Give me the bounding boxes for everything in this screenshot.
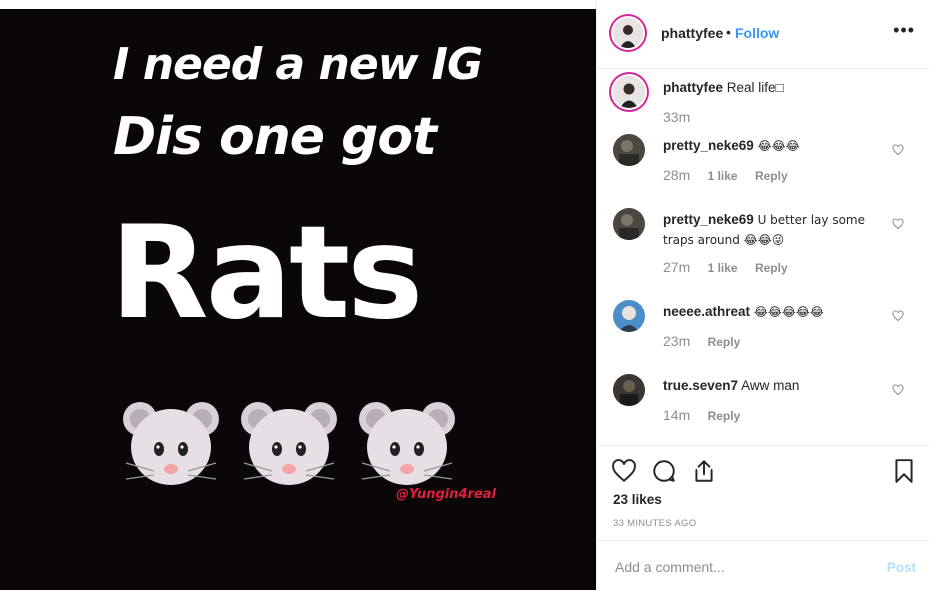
save-bookmark-icon[interactable] <box>891 458 917 484</box>
comment-item: true.seven7 Aww man 14m Reply <box>597 374 929 434</box>
comment-text: neeee.athreat 😂😂😂😂😂 <box>663 302 883 322</box>
like-heart-icon[interactable] <box>611 458 637 484</box>
caption-text: phattyfee Real life□ <box>663 78 883 97</box>
comment-body: 😂😂😂 <box>757 139 800 153</box>
comment-meta: 14m Reply <box>663 407 754 423</box>
comment-meta: 28m 1 like Reply <box>663 167 802 183</box>
post-header: phattyfee • Follow ••• <box>597 0 929 69</box>
comment-input[interactable] <box>613 558 867 576</box>
reply-button[interactable]: Reply <box>755 169 788 183</box>
image-text-line1: I need a new IG <box>113 39 483 90</box>
comment-username[interactable]: pretty_neke69 <box>663 212 754 227</box>
share-icon[interactable] <box>691 458 717 484</box>
comment-time[interactable]: 27m <box>663 259 690 275</box>
avatar-image-icon <box>613 374 645 406</box>
comment-username[interactable]: neeee.athreat <box>663 304 750 319</box>
action-bar: 23 likes 33 MINUTES AGO <box>597 445 929 541</box>
comment-time[interactable]: 14m <box>663 407 690 423</box>
image-text-line3: Rats <box>110 199 423 348</box>
post-comment-button[interactable]: Post <box>887 560 916 575</box>
comment-text: pretty_neke69 U better lay some traps ar… <box>663 210 883 250</box>
commenter-avatar[interactable] <box>613 208 645 240</box>
comment-text: true.seven7 Aww man <box>663 376 883 395</box>
comment-time[interactable]: 28m <box>663 167 690 183</box>
author-username[interactable]: phattyfee <box>661 25 723 41</box>
comment-username[interactable]: pretty_neke69 <box>663 138 754 153</box>
like-comment-heart-icon[interactable] <box>892 310 904 322</box>
commenter-avatar[interactable] <box>613 134 645 166</box>
caption-time[interactable]: 33m <box>663 109 690 125</box>
comment-item: neeee.athreat 😂😂😂😂😂 23m Reply <box>597 300 929 360</box>
author-avatar[interactable] <box>613 18 643 48</box>
comment-time[interactable]: 23m <box>663 333 690 349</box>
watermark: @Yungin4real <box>396 487 497 502</box>
post-timestamp[interactable]: 33 MINUTES AGO <box>613 518 696 529</box>
reply-button[interactable]: Reply <box>708 409 741 423</box>
caption-body: Real life□ <box>726 80 784 95</box>
like-comment-heart-icon[interactable] <box>892 218 904 230</box>
caption-meta: 33m <box>663 109 704 125</box>
mouse-faces-illustration <box>123 401 456 486</box>
commenter-avatar[interactable] <box>613 300 645 332</box>
follow-button[interactable]: Follow <box>735 25 779 41</box>
reply-button[interactable]: Reply <box>755 261 788 275</box>
comment-body: 😂😂😂😂😂 <box>753 305 824 319</box>
like-comment-heart-icon[interactable] <box>892 384 904 396</box>
comment-likes[interactable]: 1 like <box>708 261 738 275</box>
caption-username[interactable]: phattyfee <box>663 80 723 95</box>
likes-count[interactable]: 23 likes <box>613 492 662 507</box>
comment-text: pretty_neke69 😂😂😂 <box>663 136 883 156</box>
more-options-icon[interactable]: ••• <box>893 20 915 41</box>
like-comment-heart-icon[interactable] <box>892 144 904 156</box>
comment-item: pretty_neke69 😂😂😂 28m 1 like Reply <box>597 134 929 194</box>
add-comment-bar: Post <box>597 540 929 591</box>
comment-item: pretty_neke69 U better lay some traps ar… <box>597 208 929 280</box>
avatar-image-icon <box>613 208 645 240</box>
avatar-image-icon <box>613 300 645 332</box>
comment-body: Aww man <box>741 378 800 393</box>
post-sidebar: phattyfee • Follow ••• phattyfee Real li… <box>596 0 929 590</box>
comment-meta: 27m 1 like Reply <box>663 259 802 275</box>
comment-meta: 23m Reply <box>663 333 754 349</box>
commenter-avatar[interactable] <box>613 374 645 406</box>
caption-avatar[interactable] <box>613 76 645 108</box>
avatar-image-icon <box>613 18 643 48</box>
separator-dot: • <box>726 24 731 40</box>
avatar-image-icon <box>613 76 645 108</box>
comment-username[interactable]: true.seven7 <box>663 378 738 393</box>
comment-likes[interactable]: 1 like <box>708 169 738 183</box>
post-image[interactable]: I need a new IG Dis one got Rats @Yungin… <box>0 9 596 590</box>
caption: phattyfee Real life□ 33m <box>597 76 929 132</box>
image-text-line2: Dis one got <box>113 107 437 167</box>
avatar-image-icon <box>613 134 645 166</box>
comment-bubble-icon[interactable] <box>651 458 677 484</box>
reply-button[interactable]: Reply <box>708 335 741 349</box>
